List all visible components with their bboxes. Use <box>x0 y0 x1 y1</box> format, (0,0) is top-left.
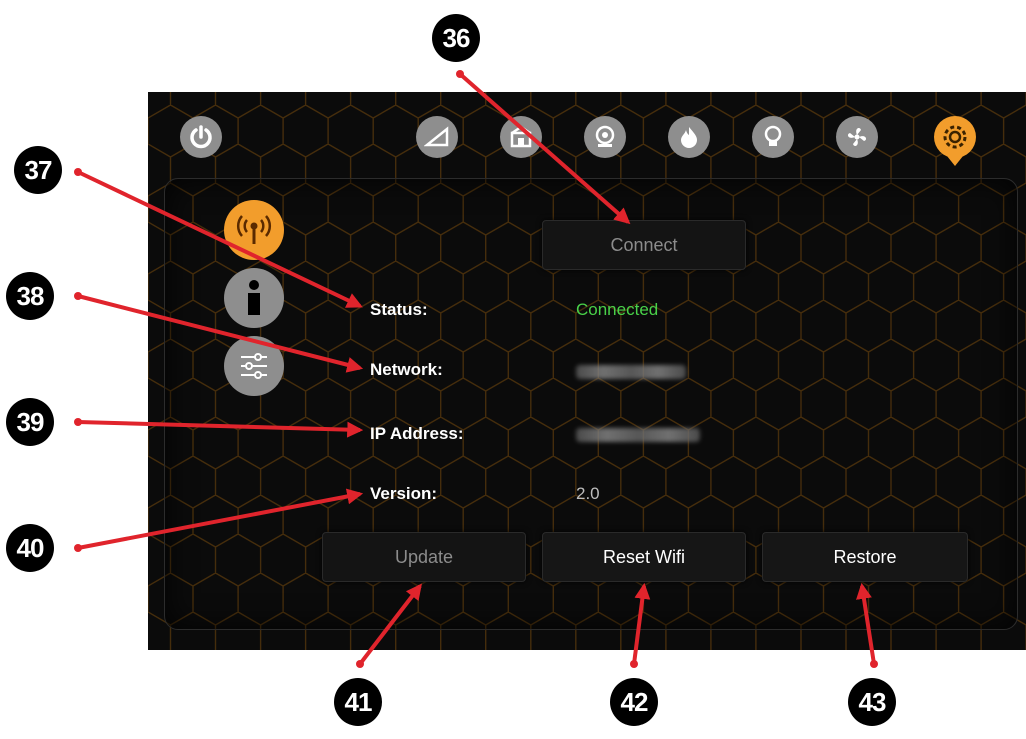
network-label: Network: <box>370 360 443 379</box>
network-value-redacted <box>576 365 686 379</box>
building-icon[interactable] <box>500 116 542 158</box>
lightbulb-icon[interactable] <box>752 116 794 158</box>
gear-icon[interactable] <box>934 116 976 158</box>
reset-wifi-button[interactable]: Reset Wifi <box>542 532 746 582</box>
status-value: Connected <box>576 300 659 319</box>
connect-button[interactable]: Connect <box>542 220 746 270</box>
ip-address-label: IP Address: <box>370 424 464 443</box>
callout-43: 43 <box>848 678 896 726</box>
fan-icon[interactable] <box>836 116 878 158</box>
wifi-antenna-icon[interactable] <box>224 200 284 260</box>
info-icon[interactable] <box>224 268 284 328</box>
status-label: Status: <box>370 300 428 319</box>
callout-41: 41 <box>334 678 382 726</box>
callout-36: 36 <box>432 14 480 62</box>
ip-address-value-redacted <box>576 428 700 442</box>
version-label: Version: <box>370 484 438 503</box>
update-button[interactable]: Update <box>322 532 526 582</box>
restore-button[interactable]: Restore <box>762 532 968 582</box>
webcam-icon[interactable] <box>584 116 626 158</box>
version-value: 2.0 <box>576 484 600 503</box>
callout-38: 38 <box>6 272 54 320</box>
callout-37: 37 <box>14 146 62 194</box>
active-tab-pointer <box>947 156 963 166</box>
flame-icon[interactable] <box>668 116 710 158</box>
callout-42: 42 <box>610 678 658 726</box>
callout-40: 40 <box>6 524 54 572</box>
device-screen: Connect Status: Connected Network: IP Ad… <box>148 92 1026 650</box>
ramp-icon[interactable] <box>416 116 458 158</box>
sliders-icon[interactable] <box>224 336 284 396</box>
callout-39: 39 <box>6 398 54 446</box>
power-icon[interactable] <box>180 116 222 158</box>
